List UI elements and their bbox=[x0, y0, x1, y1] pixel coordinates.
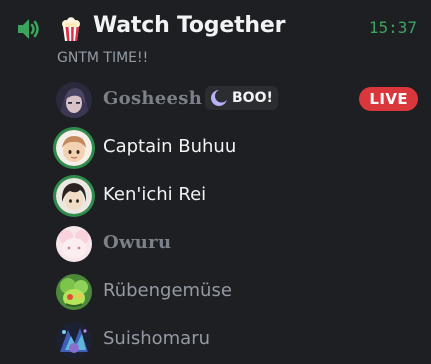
channel-title: Watch Together bbox=[93, 13, 286, 38]
voice-member-captain-buhuu[interactable]: Captain Buhuu bbox=[0, 126, 431, 170]
channel-status: GNTM TIME!! bbox=[57, 50, 149, 66]
voice-channel-header[interactable]: Watch Together 15:37 bbox=[0, 12, 431, 46]
member-name: Gosheesh bbox=[103, 88, 203, 109]
voice-channel-panel: Watch Together 15:37 GNTM TIME!! Goshees… bbox=[0, 0, 431, 364]
member-tag-label: BOO! bbox=[232, 90, 273, 106]
avatar bbox=[56, 226, 92, 262]
popcorn-icon bbox=[58, 16, 84, 42]
avatar bbox=[56, 130, 92, 166]
avatar bbox=[56, 82, 92, 118]
voice-member-suishomaru[interactable]: Suishomaru bbox=[0, 318, 431, 362]
avatar bbox=[56, 322, 92, 358]
voice-member-kenichi-rei[interactable]: Ken'ichi Rei bbox=[0, 174, 431, 218]
member-tag: BOO! bbox=[205, 86, 278, 110]
voice-member-ruebengemuese[interactable]: Rübengemüse bbox=[0, 270, 431, 314]
voice-member-owuru[interactable]: Owuru bbox=[0, 222, 431, 266]
crescent-moon-icon bbox=[211, 89, 228, 106]
member-name: Rübengemüse bbox=[103, 280, 232, 301]
member-name: Owuru bbox=[103, 232, 172, 253]
speaker-icon bbox=[16, 17, 42, 41]
voice-member-gosheesh[interactable]: Gosheesh BOO! LIVE bbox=[0, 78, 431, 122]
member-name: Ken'ichi Rei bbox=[103, 184, 207, 205]
channel-timer: 15:37 bbox=[368, 18, 417, 37]
avatar bbox=[56, 274, 92, 310]
member-name: Captain Buhuu bbox=[103, 136, 237, 157]
live-badge: LIVE bbox=[359, 87, 418, 111]
member-name: Suishomaru bbox=[103, 328, 211, 349]
avatar bbox=[56, 178, 92, 214]
